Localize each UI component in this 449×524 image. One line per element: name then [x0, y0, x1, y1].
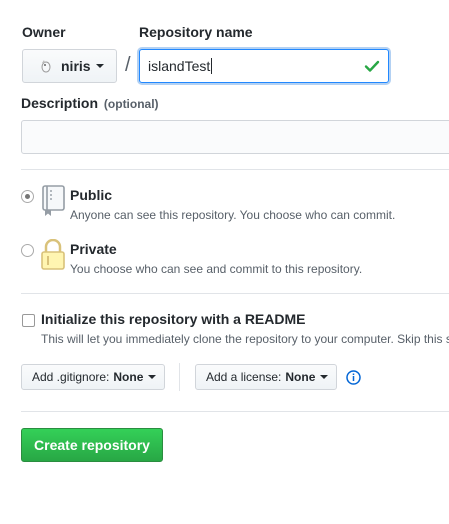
owner-avatar-icon [39, 59, 53, 73]
license-value: None [285, 370, 316, 384]
description-label-group: Description (optional) [21, 95, 159, 111]
divider [21, 411, 449, 412]
owner-value: niris [61, 58, 91, 74]
gitignore-label: Add .gitignore: [32, 370, 110, 384]
repository-name-label: Repository name [139, 24, 253, 40]
readme-title: Initialize this repository with a README [41, 311, 306, 327]
repo-book-icon [40, 185, 66, 220]
lock-icon [40, 238, 66, 274]
text-cursor [211, 58, 213, 74]
description-field[interactable] [21, 120, 449, 154]
readme-checkbox[interactable] [22, 314, 35, 327]
chevron-down-icon [95, 64, 104, 68]
chevron-down-icon [148, 375, 157, 379]
info-icon[interactable] [346, 370, 361, 388]
owner-select[interactable]: niris [22, 49, 117, 83]
description-label: Description [21, 95, 99, 111]
license-select[interactable]: Add a license: None [195, 364, 337, 390]
divider [21, 293, 449, 294]
owner-label: Owner [22, 24, 66, 40]
divider [179, 363, 180, 391]
repository-name-field[interactable]: islandTest [139, 49, 389, 83]
private-radio[interactable] [21, 244, 34, 257]
create-repository-button[interactable]: Create repository [21, 428, 163, 462]
private-description: You choose who can see and commit to thi… [70, 262, 363, 276]
check-icon [364, 58, 380, 77]
divider [21, 169, 449, 170]
repository-name-value: islandTest [148, 58, 211, 74]
gitignore-value: None [113, 370, 144, 384]
chevron-down-icon [320, 375, 329, 379]
private-title: Private [70, 241, 117, 257]
owner-repo-separator: / [125, 54, 131, 76]
license-label: Add a license: [206, 370, 282, 384]
readme-description: This will let you immediately clone the … [41, 332, 449, 346]
public-radio[interactable] [21, 190, 34, 203]
description-optional-note: (optional) [103, 97, 159, 111]
gitignore-select[interactable]: Add .gitignore: None [21, 364, 165, 390]
public-title: Public [70, 187, 113, 203]
public-description: Anyone can see this repository. You choo… [70, 208, 396, 222]
